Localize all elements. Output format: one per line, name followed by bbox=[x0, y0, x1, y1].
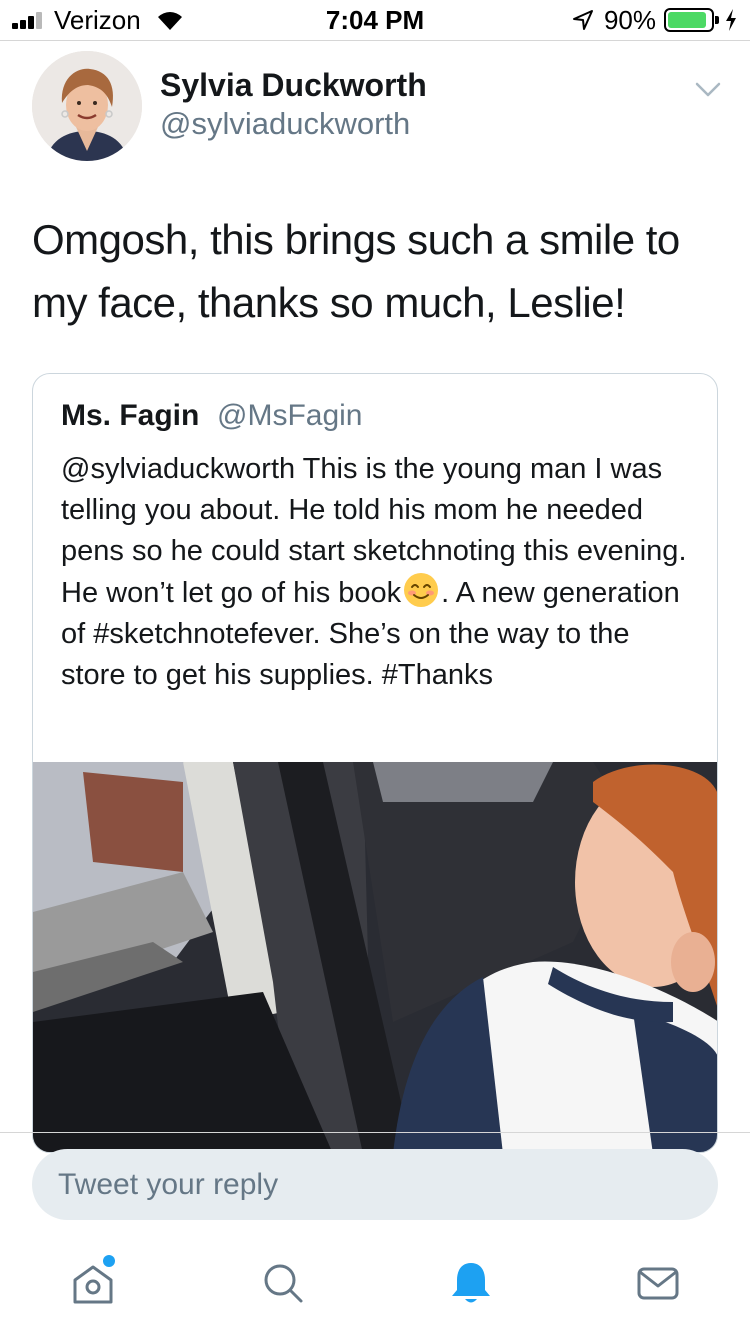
reply-divider bbox=[0, 1132, 750, 1133]
tab-notifications[interactable] bbox=[446, 1258, 496, 1308]
status-right: 90% bbox=[572, 4, 738, 35]
quoted-tweet-photo[interactable] bbox=[33, 762, 718, 1153]
chevron-down-icon[interactable] bbox=[694, 78, 722, 100]
tab-messages[interactable] bbox=[633, 1258, 683, 1308]
notification-dot bbox=[103, 1255, 115, 1267]
smiling-face-emoji-icon bbox=[404, 573, 439, 607]
author-avatar[interactable] bbox=[32, 51, 142, 161]
reply-input[interactable] bbox=[58, 1149, 678, 1220]
quoted-tweet-text: @sylviaduckworth This is the young man I… bbox=[61, 449, 701, 696]
battery-icon bbox=[664, 8, 719, 32]
battery-level-fill bbox=[668, 12, 706, 28]
quoted-tweet-card[interactable]: Ms. Fagin @MsFagin @sylviaduckworth This… bbox=[32, 373, 718, 1153]
mail-icon bbox=[637, 1267, 679, 1300]
author-display-name[interactable]: Sylvia Duckworth bbox=[160, 67, 427, 104]
quoted-author-handle: @MsFagin bbox=[217, 399, 363, 432]
tab-search[interactable] bbox=[258, 1258, 308, 1308]
tweet-text: Omgosh, this brings such a smile to my f… bbox=[32, 216, 680, 326]
search-icon bbox=[264, 1264, 303, 1303]
battery-percent: 90% bbox=[603, 4, 656, 35]
status-divider bbox=[0, 40, 750, 41]
author-handle[interactable]: @sylviaduckworth bbox=[160, 106, 410, 142]
location-arrow-icon bbox=[572, 10, 593, 30]
status-bar: Verizon 7:04 PM 90% bbox=[0, 0, 750, 40]
charging-bolt-icon bbox=[726, 9, 736, 31]
quoted-author-name: Ms. Fagin bbox=[61, 399, 200, 432]
bell-icon bbox=[452, 1263, 490, 1303]
reply-box[interactable] bbox=[32, 1149, 718, 1220]
